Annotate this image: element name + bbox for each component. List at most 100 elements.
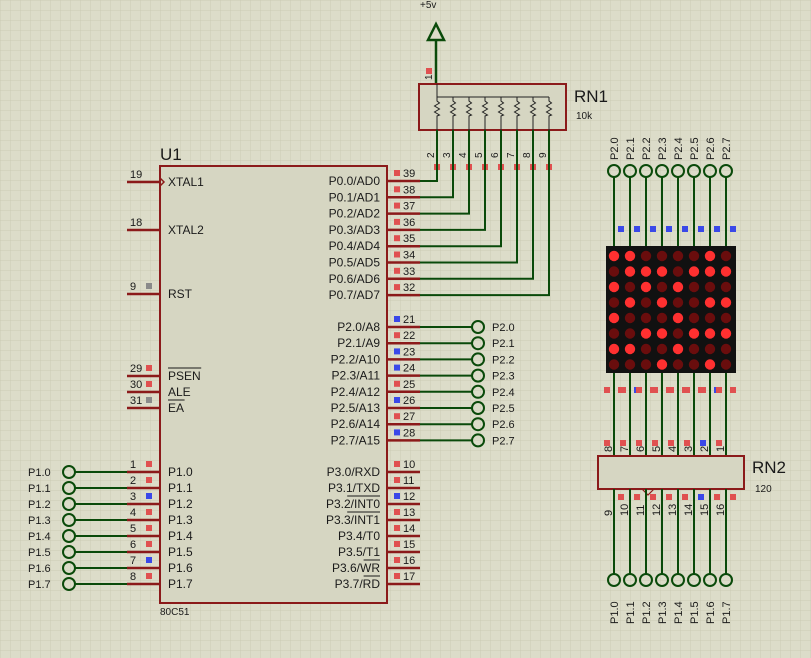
led xyxy=(624,250,636,262)
rn1-value: 10k xyxy=(576,111,593,122)
u1-right-pin-num: 14 xyxy=(403,523,415,535)
u1-left-pin-num: 30 xyxy=(130,379,142,391)
u1-right-pin-marker xyxy=(394,509,400,515)
u1-right-pin-label: P2.0/A8 xyxy=(337,320,380,334)
u1-left-pin-label: P1.7 xyxy=(168,577,193,591)
u1-left-pin-label: XTAL2 xyxy=(168,223,204,237)
led xyxy=(672,266,684,277)
rn2-top-pin-num: 6 xyxy=(635,446,647,452)
u1-microcontroller[interactable]: U1 80C51 19 XTAL118 XTAL29 RST29 PSEN30 ALE31… xyxy=(127,145,420,618)
led-matrix[interactable] xyxy=(606,246,736,373)
u1-left-pin-label: P1.3 xyxy=(168,513,193,527)
rn2-bottom-pin-marker xyxy=(682,494,688,500)
led xyxy=(672,312,684,324)
led xyxy=(624,343,636,355)
led xyxy=(624,297,636,308)
u1-right-pin-num: 26 xyxy=(403,395,415,407)
u1-right-pin-marker xyxy=(394,477,400,483)
rn1-common-pin-num: 1 xyxy=(424,74,435,80)
rn1-pin-num: 6 xyxy=(490,152,501,158)
u1-left-pin-num: 7 xyxy=(130,555,136,567)
u1-left-pin-label: EA xyxy=(168,401,184,415)
led xyxy=(720,297,732,308)
u1-right-pin-num: 25 xyxy=(403,379,415,391)
matrix-top-pin-marker xyxy=(634,226,640,232)
matrix-bottom-pin-marker xyxy=(684,387,690,393)
matrix-top-pin-marker xyxy=(698,226,704,232)
led xyxy=(608,312,620,324)
rn2-top-pin-num: 4 xyxy=(667,446,679,452)
p1-terminal-label: P1.1 xyxy=(28,483,51,495)
led xyxy=(640,250,652,262)
led xyxy=(688,297,700,308)
u1-right-pin-num: 16 xyxy=(403,555,415,567)
matrix-top-pin-marker xyxy=(618,226,624,232)
led xyxy=(640,297,652,308)
led xyxy=(608,343,620,355)
led xyxy=(672,250,684,262)
u1-right-pin-num: 21 xyxy=(403,314,415,326)
u1-right-pin-label: P0.3/AD3 xyxy=(329,223,381,237)
u1-right-pin-marker xyxy=(394,251,400,258)
matrix-bottom-label: P1.2 xyxy=(641,601,653,624)
u1-right-pin-num: 27 xyxy=(403,411,415,423)
u1-left-pin-label: ALE xyxy=(168,385,191,399)
led xyxy=(720,328,732,339)
u1-right-pin-marker xyxy=(394,170,400,176)
u1-right-pin-label: P3.7/RD xyxy=(335,577,381,591)
rn2-value: 120 xyxy=(755,484,772,495)
rn2-top-pin-num: 7 xyxy=(619,446,631,452)
rn2-ref: RN2 xyxy=(752,458,786,477)
p1-terminal-label: P1.2 xyxy=(28,499,51,511)
u1-right-pin-label: P0.1/AD1 xyxy=(329,190,381,204)
u1-right-pin-label: P3.6/WR xyxy=(332,561,380,575)
schematic-canvas: +5v 23456789 RN1 10k 1 U1 80C51 19 XTAL11… xyxy=(0,0,811,658)
rn1-ref: RN1 xyxy=(574,87,608,106)
u1-right-pin-num: 17 xyxy=(403,571,415,583)
led xyxy=(656,359,668,370)
u1-right-pin-marker xyxy=(394,284,400,291)
u1-left-pin-label: RST xyxy=(168,287,193,301)
led xyxy=(672,343,684,355)
p2-terminal-label: P2.6 xyxy=(492,419,515,431)
led xyxy=(656,328,668,339)
u1-right-pin-label: P3.4/T0 xyxy=(338,529,380,543)
u1-right-pin-marker xyxy=(394,413,400,420)
rn2-top-pin-num: 5 xyxy=(651,446,663,452)
u1-right-pin-marker xyxy=(394,218,400,225)
rn2-bottom-pin-marker xyxy=(634,494,640,500)
u1-right-pin-num: 15 xyxy=(403,539,415,551)
u1-right-pin-marker xyxy=(394,332,400,339)
matrix-bottom-label: P1.4 xyxy=(673,601,685,624)
led xyxy=(704,250,716,262)
led xyxy=(624,312,636,324)
u1-right-pin-num: 28 xyxy=(403,427,415,439)
led xyxy=(608,250,620,262)
u1-left-pin-num: 31 xyxy=(130,395,142,407)
led xyxy=(656,281,668,293)
u1-right-pin-num: 10 xyxy=(403,459,415,471)
led xyxy=(608,328,620,339)
led xyxy=(640,266,652,277)
led xyxy=(704,266,716,277)
led xyxy=(656,266,668,277)
p2-terminal-label: P2.5 xyxy=(492,403,515,415)
u1-right-pin-label: P3.5/T1 xyxy=(338,545,380,559)
u1-right-pin-label: P3.2/INT0 xyxy=(326,497,380,511)
u1-left-pin-marker xyxy=(146,461,152,467)
p2-terminal-label: P2.4 xyxy=(492,387,515,399)
rn1-pin-num: 9 xyxy=(538,152,549,158)
u1-left-pin-marker xyxy=(146,493,152,499)
led xyxy=(624,328,636,339)
rn2-bottom-pin-marker xyxy=(698,494,704,500)
p2-terminal-label: P2.3 xyxy=(492,371,515,383)
u1-right-pin-marker xyxy=(394,267,400,274)
led xyxy=(704,281,716,293)
u1-right-pin-label: P3.0/RXD xyxy=(327,465,381,479)
rn2-top-pin-marker xyxy=(620,440,626,446)
led xyxy=(672,297,684,308)
u1-right-pin-label: P0.5/AD5 xyxy=(329,256,381,270)
matrix-bottom-pin-marker xyxy=(652,387,658,393)
u1-left-pin-num: 19 xyxy=(130,169,142,181)
led xyxy=(608,281,620,293)
